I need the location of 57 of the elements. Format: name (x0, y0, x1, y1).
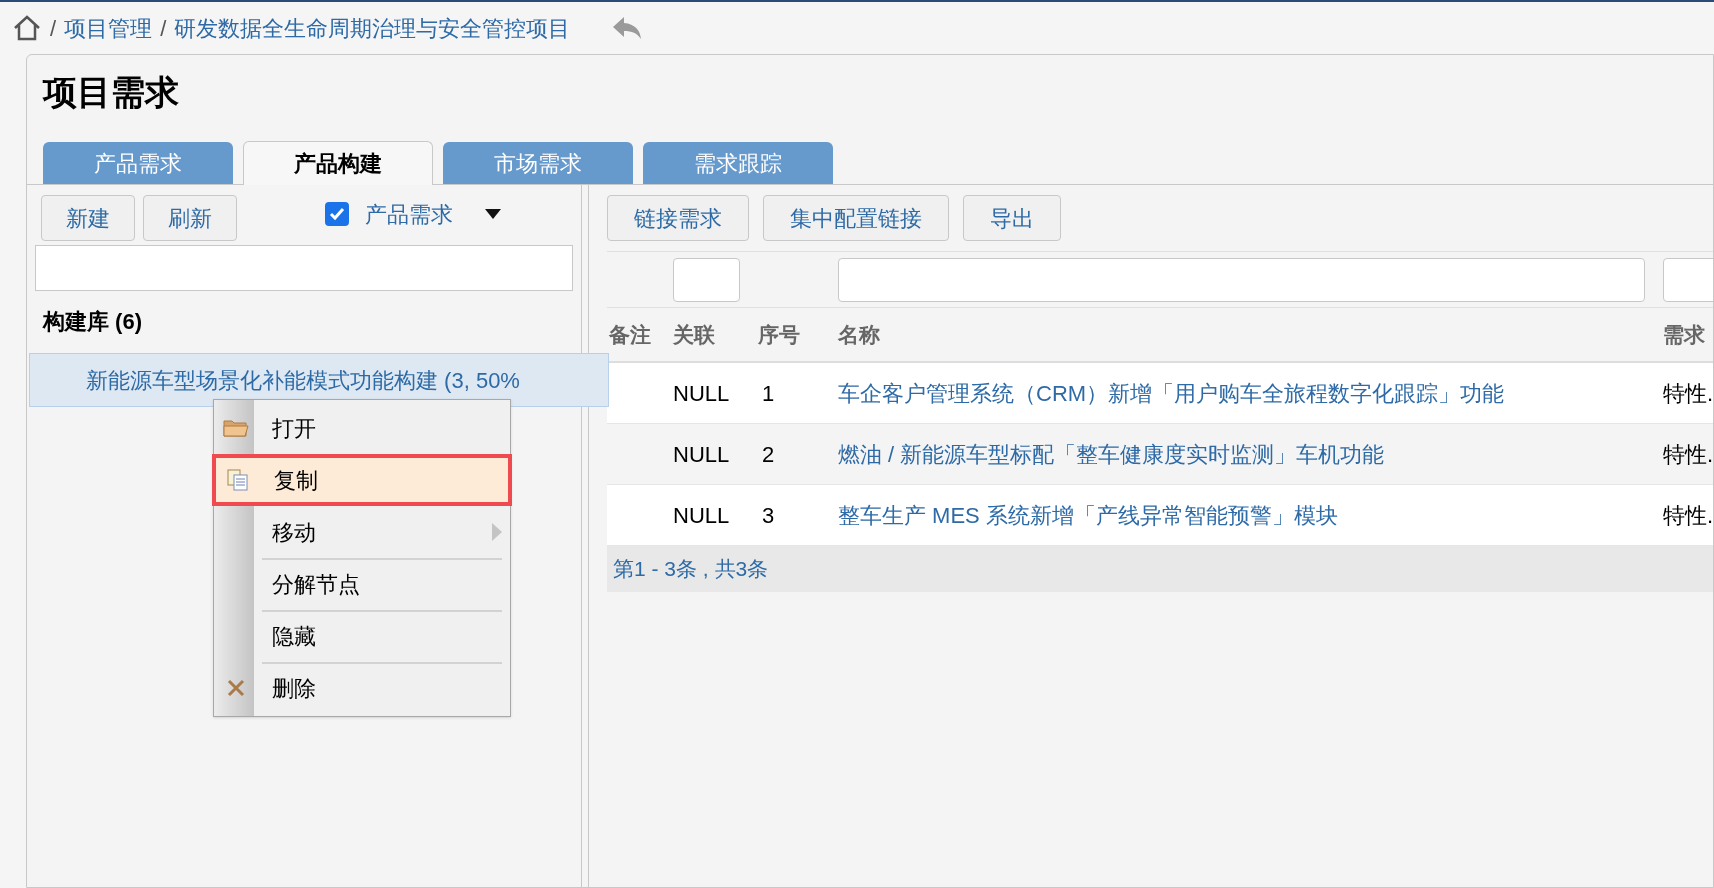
menu-item-label: 移动 (272, 518, 317, 547)
requirement-link[interactable]: 车企客户管理系统（CRM）新增「用户购车全旅程数字化跟踪」功能 (838, 380, 1505, 406)
menu-item-label: 打开 (272, 414, 317, 443)
toolbar-button[interactable]: 刷新 (143, 195, 237, 241)
toolbar-button[interactable]: 集中配置链接 (763, 195, 949, 241)
filter-label: 产品需求 (365, 200, 453, 229)
menu-item[interactable]: 删除 (214, 662, 510, 714)
checkmark-icon (328, 205, 346, 223)
dropdown-icon[interactable] (485, 209, 501, 219)
toolbar-button[interactable]: 新建 (41, 195, 135, 241)
submenu-arrow-icon (492, 523, 502, 541)
column-header[interactable]: 序号 (758, 322, 800, 346)
requirement-link[interactable]: 整车生产 MES 系统新增「产线异常智能预警」模块 (838, 502, 1338, 528)
table-cell: NULL (673, 380, 730, 406)
pagination-info: 第1 - 3条 , 共3条 (613, 556, 769, 583)
breadcrumb-link[interactable]: 项目管理 (64, 11, 153, 45)
home-icon[interactable] (12, 14, 42, 42)
copy-icon (226, 468, 250, 492)
requirement-link[interactable]: 燃油 / 新能源车型标配「整车健康度实时监测」车机功能 (838, 441, 1385, 467)
close-icon (226, 678, 246, 698)
breadcrumb-link[interactable]: 研发数据全生命周期治理与安全管控项目 (174, 11, 571, 45)
menu-item-label: 复制 (274, 466, 319, 495)
column-header[interactable]: 关联 (673, 322, 715, 346)
menu-item[interactable]: 分解节点 (214, 558, 510, 610)
column-header[interactable]: 名称 (838, 322, 880, 346)
toolbar-button[interactable]: 链接需求 (607, 195, 749, 241)
breadcrumb-separator: / (50, 14, 57, 43)
table-cell: 1 (762, 380, 775, 406)
menu-item-label: 隐藏 (272, 622, 317, 651)
column-header[interactable]: 需求 (1663, 322, 1705, 346)
table-cell: 特性. (1663, 441, 1713, 467)
column-header[interactable]: 备注 (609, 322, 651, 346)
tab[interactable]: 产品需求 (43, 142, 233, 184)
table-cell: NULL (673, 502, 730, 528)
menu-item[interactable]: 复制 (212, 454, 512, 506)
toolbar-button[interactable]: 导出 (963, 195, 1061, 241)
table-cell: 特性. (1663, 380, 1713, 406)
table-cell: 2 (762, 441, 775, 467)
table-cell: NULL (673, 441, 730, 467)
table-cell: 特性. (1663, 502, 1713, 528)
tree-item[interactable]: 新能源车型场景化补能模式功能构建 (3, 50% (29, 353, 609, 407)
search-field[interactable] (35, 245, 573, 291)
page-title: 项目需求 (41, 72, 180, 113)
checkbox[interactable] (325, 202, 349, 226)
tree-root-label[interactable]: 构建库 (6) (27, 291, 581, 353)
tab[interactable]: 需求跟踪 (643, 142, 833, 184)
breadcrumb-separator: / (160, 14, 167, 43)
folder-icon (223, 418, 249, 438)
column-filter-field[interactable] (673, 257, 740, 302)
tab[interactable]: 产品构建 (243, 141, 433, 185)
menu-item-label: 分解节点 (272, 570, 361, 599)
menu-item[interactable]: 移动 (214, 506, 510, 558)
menu-item-label: 删除 (272, 674, 317, 703)
tab[interactable]: 市场需求 (443, 142, 633, 184)
column-filter-field[interactable] (838, 257, 1645, 302)
menu-item[interactable]: 隐藏 (214, 610, 510, 662)
table-cell: 3 (762, 502, 775, 528)
